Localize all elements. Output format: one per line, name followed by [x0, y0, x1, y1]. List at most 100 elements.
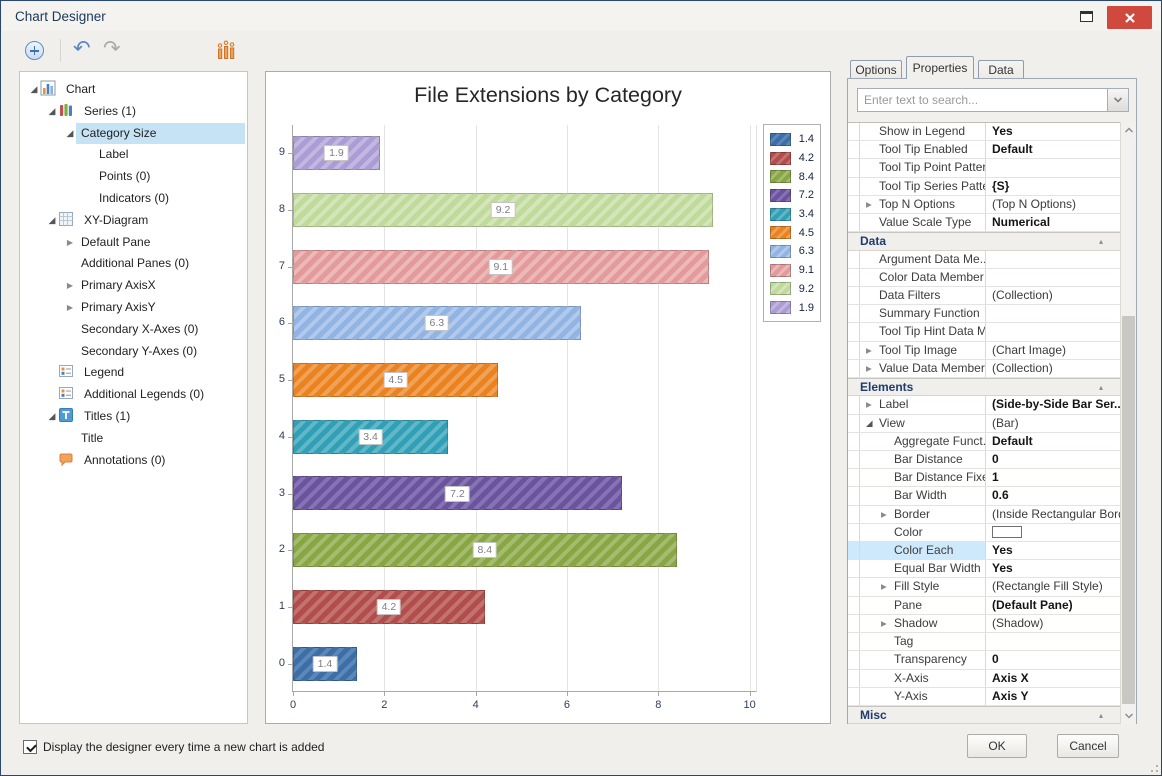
- tree-item-primary-axisx[interactable]: ▶ Primary AxisX: [20, 275, 247, 297]
- property-value[interactable]: [986, 159, 1121, 176]
- legend-item[interactable]: 8.4: [770, 167, 814, 186]
- property-value[interactable]: Default: [986, 433, 1121, 450]
- legend-item[interactable]: 7.2: [770, 186, 814, 205]
- property-row-show-in-legend[interactable]: Show in Legend Yes: [848, 123, 1121, 142]
- display-designer-option[interactable]: Display the designer every time a new ch…: [23, 740, 324, 754]
- undo-button[interactable]: ↶: [73, 37, 91, 61]
- expander-icon[interactable]: ▶: [866, 360, 872, 377]
- tree-item-series-1[interactable]: ◢ Series (1): [20, 101, 247, 123]
- property-value[interactable]: (Collection): [986, 360, 1121, 377]
- close-button[interactable]: [1107, 6, 1152, 29]
- property-row-data-filters[interactable]: Data Filters (Collection): [848, 286, 1121, 306]
- redo-button[interactable]: ↷: [103, 37, 121, 61]
- property-value[interactable]: Default: [986, 141, 1121, 158]
- tab-properties[interactable]: Properties: [906, 56, 974, 79]
- change-chart-type-button[interactable]: [216, 40, 238, 63]
- legend-item[interactable]: 4.2: [770, 149, 814, 168]
- expander-icon[interactable]: ◢: [46, 210, 58, 232]
- chart-legend[interactable]: 1.4 4.2 8.4 7.2 3.4 4.5 6.3 9.1 9.2 1.9: [763, 124, 821, 322]
- tree-item-additional-legends-0[interactable]: Additional Legends (0): [20, 384, 247, 406]
- property-row-summary-function[interactable]: Summary Function: [848, 305, 1121, 324]
- legend-item[interactable]: 9.1: [770, 261, 814, 280]
- legend-item[interactable]: 9.2: [770, 280, 814, 299]
- property-value[interactable]: [986, 305, 1121, 322]
- property-row-pane[interactable]: Pane (Default Pane): [848, 596, 1121, 615]
- property-value[interactable]: [986, 269, 1121, 286]
- property-row-color-data-member[interactable]: Color Data Member: [848, 268, 1121, 287]
- category-row-elements[interactable]: Elements ▴: [848, 378, 1121, 397]
- property-value[interactable]: {S}: [986, 178, 1121, 195]
- property-row-tool-tip-enabled[interactable]: Tool Tip Enabled Default: [848, 141, 1121, 160]
- tree-item-secondary-x-axes-0[interactable]: Secondary X-Axes (0): [20, 319, 247, 341]
- tree-item-title[interactable]: Title: [20, 428, 247, 450]
- tree-item-chart[interactable]: ◢ Chart: [20, 79, 247, 101]
- property-row-argument-data-me[interactable]: Argument Data Me...: [848, 250, 1121, 269]
- tree-item-titles-1[interactable]: ◢ Titles (1): [20, 406, 247, 428]
- tree-item-annotations-0[interactable]: Annotations (0): [20, 450, 247, 472]
- collapse-arrow-icon[interactable]: ▴: [1099, 379, 1121, 395]
- tree-item-category-size[interactable]: ◢ Category Size: [20, 122, 247, 145]
- property-row-label[interactable]: ▶ Label (Side-by-Side Bar Ser...: [848, 396, 1121, 415]
- legend-item[interactable]: 1.9: [770, 298, 814, 317]
- property-row-tool-tip-hint-data-m[interactable]: Tool Tip Hint Data M...: [848, 323, 1121, 342]
- tab-options[interactable]: Options: [850, 60, 902, 79]
- property-value[interactable]: Yes: [986, 123, 1121, 140]
- tree-item-secondary-y-axes-0[interactable]: Secondary Y-Axes (0): [20, 341, 247, 363]
- expander-icon[interactable]: ◢: [28, 79, 40, 101]
- tab-data[interactable]: Data: [978, 60, 1024, 79]
- expander-icon[interactable]: ▶: [64, 297, 76, 319]
- property-row-bar-distance[interactable]: Bar Distance 0: [848, 450, 1121, 470]
- property-row-value-data-members[interactable]: ▶ Value Data Members (Collection): [848, 359, 1121, 379]
- property-row-fill-style[interactable]: ▶ Fill Style (Rectangle Fill Style): [848, 578, 1121, 597]
- property-value[interactable]: [986, 323, 1121, 340]
- property-value[interactable]: Axis Y: [986, 688, 1121, 705]
- property-row-bar-width[interactable]: Bar Width 0.6: [848, 487, 1121, 506]
- property-row-transparency[interactable]: Transparency 0: [848, 651, 1121, 670]
- expander-icon[interactable]: ▶: [881, 506, 887, 523]
- expander-icon[interactable]: ◢: [64, 123, 76, 145]
- property-row-border[interactable]: ▶ Border (Inside Rectangular Bord...: [848, 505, 1121, 524]
- collapse-arrow-icon[interactable]: ▴: [1099, 233, 1121, 249]
- property-value[interactable]: (Bar): [986, 415, 1121, 432]
- property-row-tool-tip-point-pattern[interactable]: Tool Tip Point Pattern: [848, 159, 1121, 178]
- ok-button[interactable]: OK: [967, 734, 1027, 758]
- property-value[interactable]: (Inside Rectangular Bord...: [986, 506, 1121, 523]
- property-row-equal-bar-width[interactable]: Equal Bar Width Yes: [848, 560, 1121, 579]
- property-value[interactable]: (Shadow): [986, 615, 1121, 632]
- property-row-tool-tip-image[interactable]: ▶ Tool Tip Image (Chart Image): [848, 341, 1121, 360]
- property-value[interactable]: 0: [986, 451, 1121, 468]
- tree-item-indicators-0[interactable]: Indicators (0): [20, 188, 247, 210]
- property-value[interactable]: (Side-by-Side Bar Ser...: [986, 396, 1121, 413]
- cancel-button[interactable]: Cancel: [1057, 734, 1119, 758]
- property-value[interactable]: [986, 524, 1121, 541]
- property-value[interactable]: Axis X: [986, 670, 1121, 687]
- property-row-color[interactable]: Color: [848, 523, 1121, 543]
- legend-item[interactable]: 1.4: [770, 130, 814, 149]
- property-value[interactable]: Yes: [986, 542, 1121, 559]
- expander-icon[interactable]: ▶: [866, 396, 872, 413]
- expander-icon[interactable]: ▶: [64, 232, 76, 254]
- expander-icon[interactable]: ▶: [64, 275, 76, 297]
- property-row-x-axis[interactable]: X-Axis Axis X: [848, 669, 1121, 688]
- color-swatch[interactable]: [992, 525, 1022, 538]
- resize-grip[interactable]: [1146, 760, 1158, 772]
- property-value[interactable]: (Top N Options): [986, 196, 1121, 213]
- property-value[interactable]: [986, 633, 1121, 650]
- property-row-top-n-options[interactable]: ▶ Top N Options (Top N Options): [848, 195, 1121, 215]
- tree-item-points-0[interactable]: Points (0): [20, 166, 247, 188]
- category-row-data[interactable]: Data ▴: [848, 232, 1121, 251]
- property-value[interactable]: 1: [986, 469, 1121, 486]
- expander-icon[interactable]: ▶: [866, 196, 872, 213]
- search-dropdown-button[interactable]: [1107, 89, 1128, 111]
- tree-item-additional-panes-0[interactable]: Additional Panes (0): [20, 253, 247, 275]
- expander-icon[interactable]: ◢: [46, 406, 58, 428]
- property-row-tag[interactable]: Tag: [848, 633, 1121, 652]
- chart-preview-panel[interactable]: File Extensions by Category 0 2 4 6 8 10 1.4 0 4…: [265, 71, 831, 724]
- property-row-tool-tip-series-pattern[interactable]: Tool Tip Series Pattern{S}: [848, 177, 1121, 196]
- property-value[interactable]: Numerical: [986, 214, 1121, 231]
- property-row-y-axis[interactable]: Y-Axis Axis Y: [848, 687, 1121, 706]
- property-row-shadow[interactable]: ▶ Shadow (Shadow): [848, 614, 1121, 634]
- tree-item-xy-diagram[interactable]: ◢ XY-Diagram: [20, 210, 247, 232]
- collapse-arrow-icon[interactable]: ▴: [1099, 707, 1121, 723]
- tree-item-default-pane[interactable]: ▶ Default Pane: [20, 232, 247, 254]
